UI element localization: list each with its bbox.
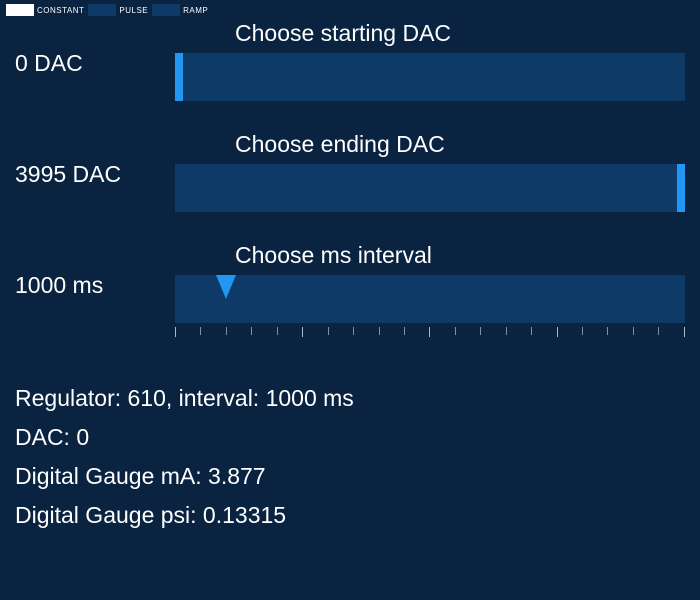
status-section: Regulator: 610, interval: 1000 ms DAC: 0… xyxy=(0,367,700,529)
slider-row-starting-dac: 0 DAC Choose starting DAC xyxy=(15,20,685,101)
status-regulator: Regulator: 610, interval: 1000 ms xyxy=(15,385,685,412)
starting-dac-thumb[interactable] xyxy=(175,53,183,101)
interval-thumb[interactable] xyxy=(216,275,236,299)
legend-swatch-pulse xyxy=(88,4,116,16)
interval-value: 1000 ms xyxy=(15,272,175,299)
legend-item-constant[interactable]: CONSTANT xyxy=(6,4,84,16)
starting-dac-value: 0 DAC xyxy=(15,50,175,77)
legend-label-ramp: RAMP xyxy=(183,6,208,15)
ending-dac-value: 3995 DAC xyxy=(15,161,175,188)
legend-item-ramp[interactable]: RAMP xyxy=(152,4,208,16)
status-gauge-psi: Digital Gauge psi: 0.13315 xyxy=(15,502,685,529)
slider-row-interval: 1000 ms Choose ms interval xyxy=(15,242,685,337)
slider-row-ending-dac: 3995 DAC Choose ending DAC xyxy=(15,131,685,212)
interval-slider[interactable] xyxy=(175,275,685,323)
starting-dac-slider[interactable] xyxy=(175,53,685,101)
legend-label-constant: CONSTANT xyxy=(37,6,84,15)
interval-title: Choose ms interval xyxy=(235,242,685,269)
ending-dac-thumb[interactable] xyxy=(677,164,685,212)
legend-bar: CONSTANT PULSE RAMP xyxy=(0,0,700,20)
interval-ticks xyxy=(175,327,685,337)
starting-dac-title: Choose starting DAC xyxy=(235,20,685,47)
legend-item-pulse[interactable]: PULSE xyxy=(88,4,148,16)
status-gauge-ma: Digital Gauge mA: 3.877 xyxy=(15,463,685,490)
legend-swatch-constant xyxy=(6,4,34,16)
legend-label-pulse: PULSE xyxy=(119,6,148,15)
ending-dac-slider[interactable] xyxy=(175,164,685,212)
status-dac: DAC: 0 xyxy=(15,424,685,451)
legend-swatch-ramp xyxy=(152,4,180,16)
ending-dac-title: Choose ending DAC xyxy=(235,131,685,158)
